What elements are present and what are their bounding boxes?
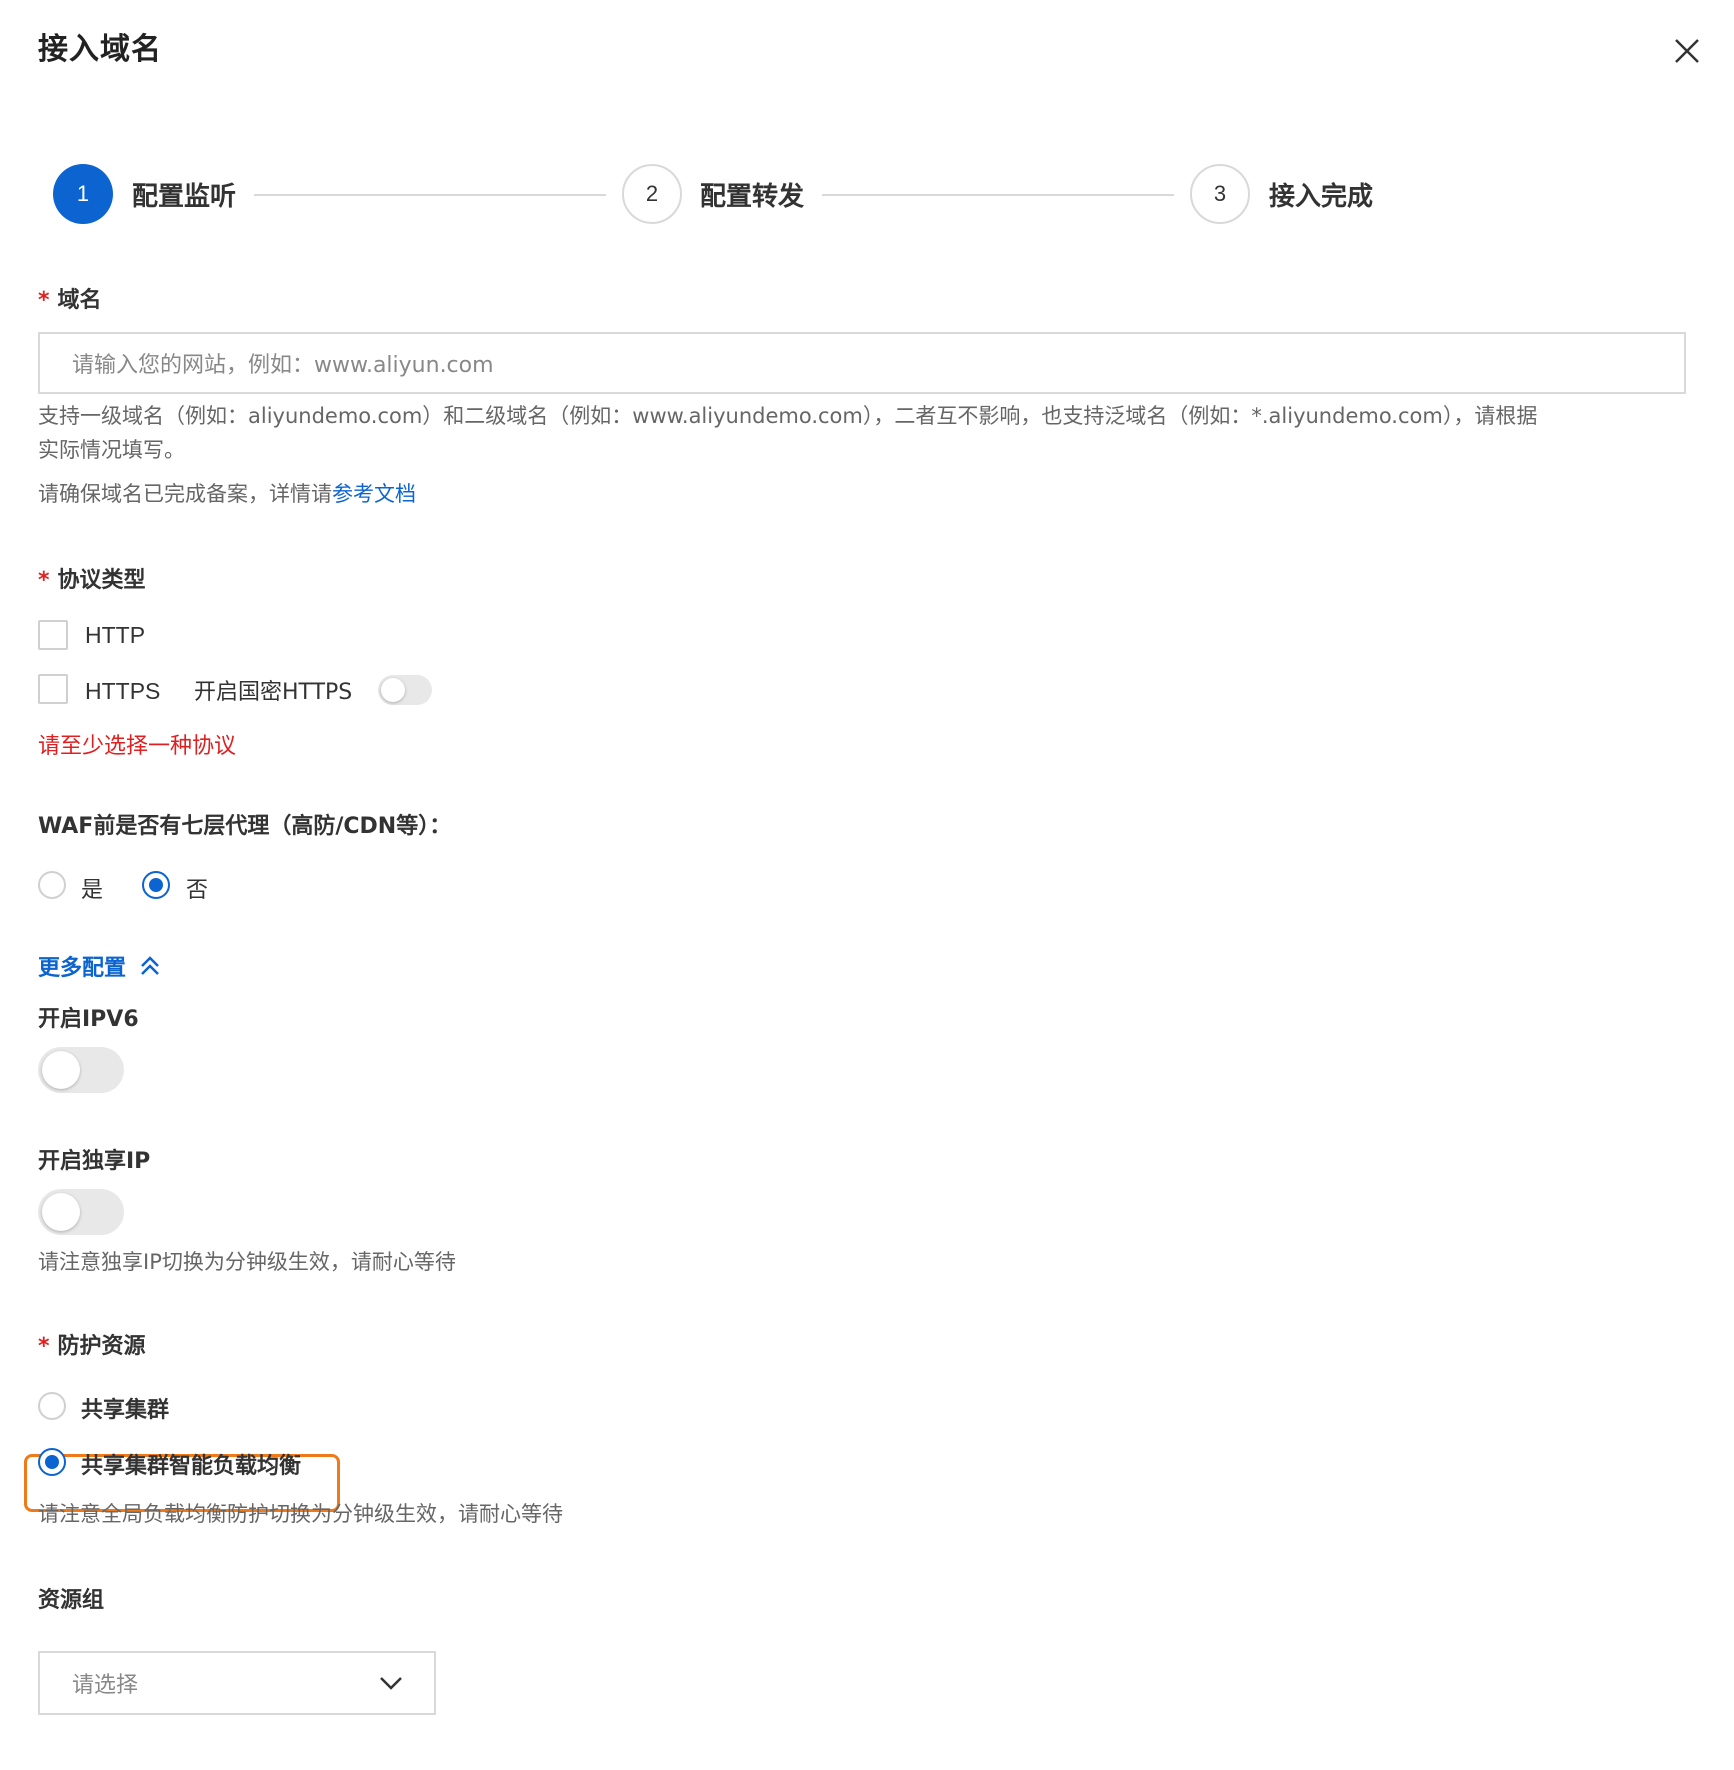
toggle-knob [42, 1051, 80, 1089]
step-1-label: 配置监听 [132, 182, 237, 212]
proxy-yes-label: 是 [81, 878, 104, 903]
protection-help: 请注意全局负载均衡防护切换为分钟级生效，请耐心等待 [38, 1502, 563, 1526]
domain-input[interactable]: 请输入您的网站，例如：www.aliyun.com [38, 332, 1686, 394]
ipv6-toggle[interactable] [38, 1047, 124, 1093]
protection-label: * 防护资源 [38, 1328, 146, 1360]
protocol-error: 请至少选择一种协议 [38, 734, 237, 759]
double-chevron-up-icon [141, 956, 159, 975]
toggle-knob [42, 1193, 80, 1231]
reference-doc-link[interactable]: 参考文档 [332, 482, 416, 506]
exclusive-ip-toggle[interactable] [38, 1189, 124, 1235]
exclusive-ip-help: 请注意独享IP切换为分钟级生效，请耐心等待 [38, 1250, 456, 1274]
step-3-circle: 3 [1190, 164, 1250, 224]
protocol-label: * 协议类型 [38, 562, 146, 594]
shared-cluster-lb-label: 共享集群智能负载均衡 [81, 1454, 302, 1479]
dialog-title: 接入域名 [38, 32, 162, 67]
exclusive-ip-label: 开启独享IP [38, 1149, 151, 1174]
domain-input-placeholder: 请输入您的网站，例如：www.aliyun.com [72, 353, 494, 378]
toggle-knob [381, 678, 405, 702]
protection-label-text: 防护资源 [57, 1334, 146, 1359]
shared-cluster-label: 共享集群 [81, 1398, 170, 1423]
resource-group-label: 资源组 [38, 1588, 105, 1613]
gm-https-toggle[interactable] [378, 675, 432, 705]
required-mark: * [38, 568, 50, 593]
https-checkbox[interactable] [38, 674, 68, 704]
resource-group-placeholder: 请选择 [72, 1673, 139, 1698]
ipv6-label: 开启IPV6 [38, 1007, 139, 1032]
step-connector [254, 194, 606, 196]
proxy-no-label: 否 [186, 878, 209, 903]
shared-cluster-lb-radio[interactable] [38, 1448, 66, 1476]
domain-label-text: 域名 [57, 288, 102, 313]
http-checkbox[interactable] [38, 620, 68, 650]
icp-help-text: 请确保域名已完成备案，详情请 [38, 482, 332, 506]
proxy-no-radio[interactable] [142, 871, 170, 899]
proxy-yes-radio[interactable] [38, 871, 66, 899]
step-2-label: 配置转发 [700, 182, 805, 212]
step-2-circle: 2 [622, 164, 682, 224]
close-icon[interactable] [1670, 34, 1704, 68]
shared-cluster-radio[interactable] [38, 1392, 66, 1420]
step-1-circle: 1 [53, 164, 113, 224]
http-label: HTTP [85, 622, 146, 648]
resource-group-select[interactable]: 请选择 [38, 1651, 436, 1715]
required-mark: * [38, 288, 50, 313]
gm-https-label: 开启国密HTTPS [194, 680, 353, 705]
https-label: HTTPS [85, 678, 161, 704]
proxy-label: WAF前是否有七层代理（高防/CDN等）： [38, 814, 452, 839]
domain-help-line1: 支持一级域名（例如：aliyundemo.com）和二级域名（例如：www.al… [38, 404, 1538, 428]
step-connector [822, 194, 1174, 196]
domain-label: * 域名 [38, 282, 102, 314]
required-mark: * [38, 1334, 50, 1359]
more-config-label: 更多配置 [38, 956, 127, 981]
more-config-toggle[interactable]: 更多配置 [38, 950, 162, 982]
icp-help: 请确保域名已完成备案，详情请参考文档 [38, 476, 416, 512]
chevron-down-icon [380, 1677, 402, 1690]
protocol-label-text: 协议类型 [57, 568, 146, 593]
domain-help-line2: 实际情况填写。 [38, 438, 185, 462]
step-3-label: 接入完成 [1269, 182, 1374, 212]
